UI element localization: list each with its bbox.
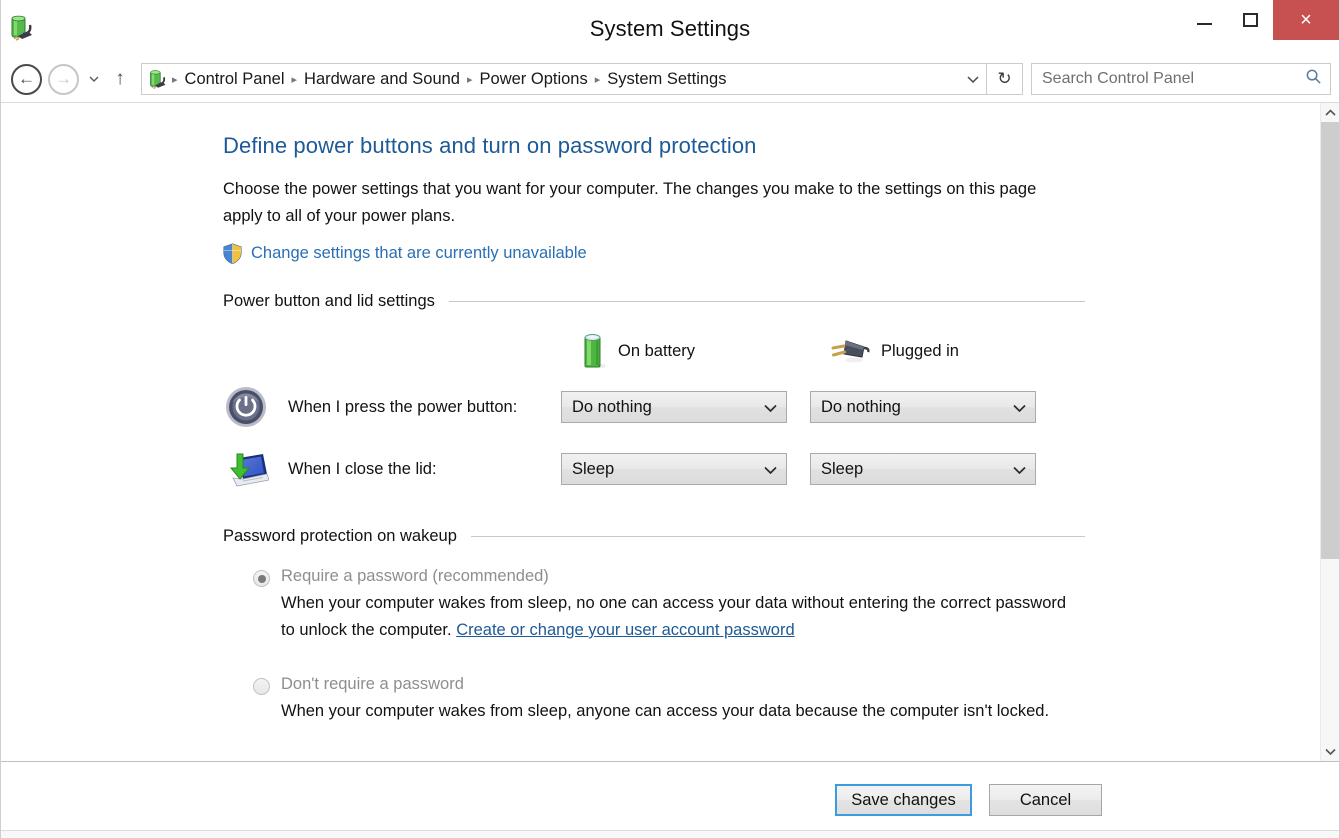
action-bar: Save changes Cancel [1, 761, 1339, 838]
window-controls: × [1181, 0, 1339, 40]
column-headers: On battery Plugged in [223, 326, 1320, 376]
combo-value: Do nothing [821, 397, 901, 416]
breadcrumb-separator: ▸ [466, 73, 473, 86]
forward-arrow-icon: → [55, 68, 72, 88]
power-plug-icon [830, 337, 870, 365]
up-arrow-icon: ↑ [115, 68, 125, 89]
radio-selected-dot [257, 574, 266, 583]
chevron-down-icon [89, 76, 99, 82]
scroll-up-button[interactable] [1321, 103, 1339, 122]
power-button-icon [223, 385, 269, 429]
window-bottom-edge [1, 830, 1339, 838]
label-power-button: When I press the power button: [288, 397, 518, 416]
combo-close-lid-plugged-in[interactable]: Sleep [810, 453, 1036, 485]
radio-option-require-password: Require a password (recommended) When yo… [223, 567, 1320, 644]
close-button[interactable]: × [1273, 0, 1339, 40]
combo-value: Do nothing [572, 397, 652, 416]
scroll-down-button[interactable] [1321, 742, 1339, 761]
breadcrumb-chevron-down-icon[interactable] [960, 75, 986, 83]
breadcrumb-separator: ▸ [594, 73, 601, 86]
combo-power-button-on-battery[interactable]: Do nothing [561, 391, 787, 423]
column-label-plugged-in: Plugged in [881, 341, 959, 360]
radio-button-require-password[interactable] [253, 570, 270, 587]
breadcrumb-power-icon [148, 69, 168, 90]
combo-value: Sleep [821, 459, 864, 478]
column-label-on-battery: On battery [618, 341, 696, 360]
chevron-down-icon [1013, 400, 1026, 415]
setting-row-power-button: When I press the power button: Do nothin… [223, 376, 1320, 438]
column-on-battery: On battery [581, 331, 830, 371]
address-bar: ← → ↑ ▸ Control Panel ▸ Hardware and Sou… [1, 56, 1339, 103]
label-close-lid: When I close the lid: [288, 459, 437, 478]
minimize-icon [1196, 23, 1212, 25]
breadcrumb-separator: ▸ [291, 73, 298, 86]
breadcrumb-separator: ▸ [172, 73, 178, 86]
back-button[interactable]: ← [11, 63, 42, 95]
maximize-button[interactable] [1227, 0, 1273, 40]
change-settings-link[interactable]: Change settings that are currently unava… [251, 244, 587, 263]
combo-close-lid-on-battery[interactable]: Sleep [561, 453, 787, 485]
chevron-down-icon [764, 462, 777, 477]
search-icon [1305, 68, 1322, 90]
save-changes-button[interactable]: Save changes [835, 784, 972, 816]
password-group-header: Password protection on wakeup [223, 527, 1085, 546]
combo-power-button-plugged-in[interactable]: Do nothing [810, 391, 1036, 423]
cancel-button[interactable]: Cancel [989, 784, 1102, 816]
breadcrumb-item-system-settings[interactable]: System Settings [602, 70, 731, 89]
refresh-icon: ↻ [997, 69, 1012, 88]
page-description: Choose the power settings that you want … [223, 180, 1037, 225]
close-lid-icon [223, 448, 269, 490]
chevron-down-icon [1013, 462, 1026, 477]
group-divider [470, 536, 1085, 537]
radio-label-dont-require-password: Don't require a password [281, 675, 464, 693]
scrollbar-thumb[interactable] [1321, 122, 1339, 559]
back-arrow-icon: ← [18, 68, 35, 88]
up-button[interactable]: ↑ [107, 64, 133, 94]
combo-value: Sleep [572, 459, 615, 478]
breadcrumb[interactable]: ▸ Control Panel ▸ Hardware and Sound ▸ P… [141, 63, 987, 95]
window-title: System Settings [589, 16, 751, 41]
content-area: Define power buttons and turn on passwor… [1, 103, 1339, 761]
radio-row-require-password[interactable]: Require a password (recommended) [253, 567, 1320, 587]
title-bar: System Settings × [1, 0, 1339, 56]
radio-row-dont-require-password[interactable]: Don't require a password [253, 675, 1320, 695]
shield-icon [223, 243, 242, 265]
change-settings-link-row[interactable]: Change settings that are currently unava… [223, 243, 1320, 265]
group-divider [448, 301, 1085, 302]
radio-label-require-password: Require a password (recommended) [281, 567, 549, 585]
radio-button-dont-require-password[interactable] [253, 678, 270, 695]
forward-button[interactable]: → [48, 63, 79, 95]
radio-option-dont-require-password: Don't require a password When your compu… [223, 675, 1320, 725]
chevron-down-icon [1324, 748, 1336, 755]
scrollbar-track[interactable] [1321, 122, 1339, 742]
radio-description-require-password: When your computer wakes from sleep, no … [281, 590, 1081, 644]
page-title: Define power buttons and turn on passwor… [223, 133, 757, 158]
chevron-up-icon [1324, 109, 1336, 116]
battery-icon [581, 331, 607, 371]
power-group-label: Power button and lid settings [223, 292, 435, 310]
breadcrumb-item-control-panel[interactable]: Control Panel [180, 70, 290, 89]
settings-pane: Define power buttons and turn on passwor… [1, 103, 1320, 761]
breadcrumb-item-hardware-and-sound[interactable]: Hardware and Sound [299, 70, 465, 89]
setting-row-close-lid: When I close the lid: Sleep Sleep [223, 438, 1320, 500]
search-input[interactable]: Search Control Panel [1031, 63, 1331, 95]
column-plugged-in: Plugged in [830, 337, 959, 365]
chevron-down-icon [764, 400, 777, 415]
power-group-header: Power button and lid settings [223, 292, 1085, 311]
refresh-button[interactable]: ↻ [987, 63, 1023, 95]
vertical-scrollbar[interactable] [1320, 103, 1339, 761]
password-group-label: Password protection on wakeup [223, 527, 457, 545]
system-settings-window: System Settings × ← → ↑ ▸ Control Panel … [0, 0, 1340, 838]
maximize-icon [1242, 13, 1258, 27]
create-change-password-link[interactable]: Create or change your user account passw… [456, 621, 794, 639]
search-placeholder: Search Control Panel [1042, 70, 1195, 87]
close-icon: × [1300, 9, 1312, 31]
breadcrumb-item-power-options[interactable]: Power Options [475, 70, 593, 89]
recent-locations-button[interactable] [83, 64, 105, 94]
radio-description-dont-require-password: When your computer wakes from sleep, any… [281, 702, 1050, 720]
minimize-button[interactable] [1181, 0, 1227, 40]
